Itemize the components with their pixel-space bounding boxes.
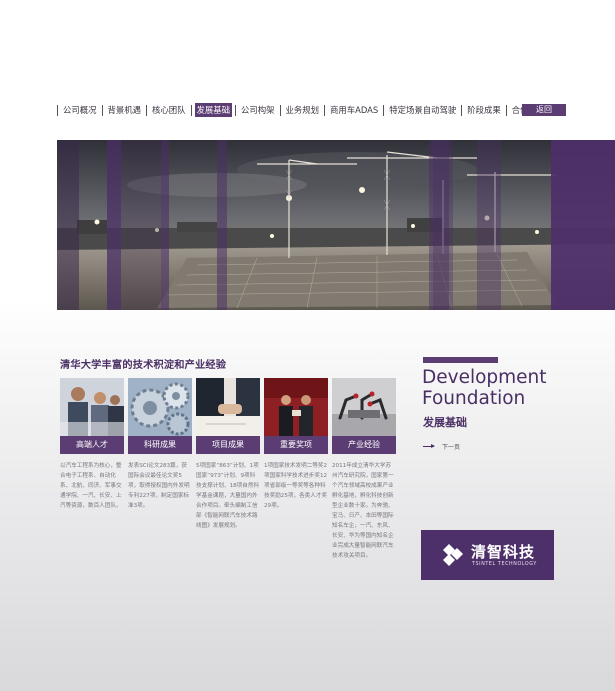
nav-item-business-plan[interactable]: 业务规划 [284,103,322,117]
nav-separator [101,104,103,116]
feature-cards: 高端人才 以汽车工程系为核心，整合电子工程系、自动化系、北航、同济、军事交通学院… [60,378,404,578]
card-awards: 重要奖项 1项国家技术发明二等奖2项国家科学技术进步奖12项省部级一等奖等各种科… [264,378,328,511]
handshake-photo-icon [196,378,260,436]
page-title-chinese: 发展基础 [423,416,467,429]
nav-item-stage-results[interactable]: 阶段成果 [465,103,503,117]
nav-separator [190,104,192,116]
robot-arms-photo-icon [332,378,396,436]
card-industry: 产业经验 2011年成立清华大学苏州汽车研究院，国家第一个汽车领域高校成果产业孵… [332,378,396,561]
company-logo: 清智科技 TSINTEL TECHNOLOGY [421,530,554,580]
nav-separator [461,104,463,116]
award-photo-icon [264,378,328,436]
nav-item-development-foundation[interactable]: 发展基础 [194,103,232,117]
card-projects-desc: 5项国家“863”计划、1项国家“973”计划、9项科技支撑计划、18项自然科学… [196,463,260,529]
arrow-right-icon [423,444,435,448]
team-photo-icon [60,378,124,436]
nav-item-core-team[interactable]: 核心团队 [150,103,188,117]
card-research-desc: 发表SCI论文283篇，获国际会议最佳论文奖5项，取得授权国内外发明专利227项… [128,463,190,509]
nav-item-commercial-adas[interactable]: 商用车ADAS [328,103,380,117]
top-nav: 公司概况 背景机遇 核心团队 发展基础 公司构架 业务规划 商用车ADAS 特定… [54,103,554,117]
next-page-link[interactable]: 下一页 [423,442,460,451]
back-button[interactable]: 返回 [522,104,566,116]
nav-separator [505,104,507,116]
page-title-english-line1: Development [422,367,547,388]
gears-photo-icon [128,378,192,436]
page-title-english-line2: Foundation [422,388,526,409]
card-research-label[interactable]: 科研成果 [128,436,192,454]
logo-text-chinese: 清智科技 [471,543,536,561]
construction-site-illustration [57,140,615,310]
nav-item-company-structure[interactable]: 公司构架 [239,103,277,117]
card-talent-label[interactable]: 高端人才 [60,436,124,454]
next-page-label: 下一页 [442,444,461,451]
card-talent-desc: 以汽车工程系为核心，整合电子工程系、自动化系、北航、同济、军事交通学院、一汽、长… [60,463,122,509]
logo-text-english: TSINTEL TECHNOLOGY [472,562,537,567]
card-talent: 高端人才 以汽车工程系为核心，整合电子工程系、自动化系、北航、同济、军事交通学院… [60,378,124,511]
nav-separator [383,104,385,116]
nav-item-company-overview[interactable]: 公司概况 [61,103,99,117]
card-awards-label[interactable]: 重要奖项 [264,436,328,454]
nav-item-specific-scenario[interactable]: 特定场景自动驾驶 [387,103,458,117]
card-projects-label[interactable]: 项目成果 [196,436,260,454]
nav-item-background[interactable]: 背景机遇 [106,103,144,117]
logo-mark-icon [443,544,463,566]
card-industry-desc: 2011年成立清华大学苏州汽车研究院，国家第一个汽车领域高校成果产业孵化基地，孵… [332,463,394,559]
card-research: 科研成果 发表SCI论文283篇，获国际会议最佳论文奖5项，取得授权国内外发明专… [128,378,192,511]
nav-separator [279,104,281,116]
nav-separator [57,104,58,116]
title-accent-bar [423,357,498,363]
nav-separator [146,104,147,116]
card-industry-label[interactable]: 产业经验 [332,436,396,454]
hero-image [57,140,615,310]
nav-separator [324,104,325,116]
card-projects: 项目成果 5项国家“863”计划、1项国家“973”计划、9项科技支撑计划、18… [196,378,260,531]
card-awards-desc: 1项国家技术发明二等奖2项国家科学技术进步奖12项省部级一等奖等各种科技奖励25… [264,463,328,509]
section-title: 清华大学丰富的技术积淀和产业经验 [60,360,227,371]
nav-separator [235,104,236,116]
page-title-english: Development Foundation [422,367,547,409]
